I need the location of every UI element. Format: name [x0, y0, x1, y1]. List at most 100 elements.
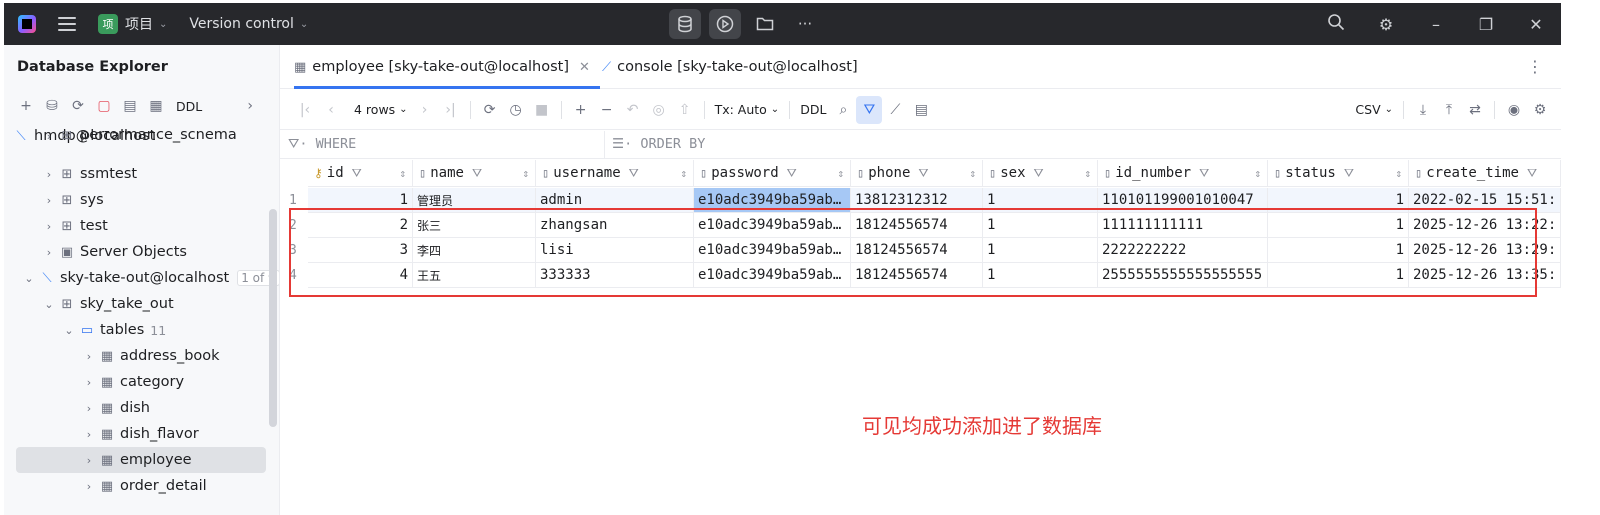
restore-icon[interactable]: ❐: [1461, 15, 1511, 34]
chevron-right-icon[interactable]: ›: [82, 402, 96, 415]
cell-id-number[interactable]: 2555555555555555555: [1098, 263, 1268, 288]
history-icon[interactable]: ◷: [503, 96, 529, 124]
tab-console[interactable]: ⟋ console [sky-take-out@localhost]: [602, 45, 858, 89]
column-filter-icon[interactable]: ⛛: [1034, 166, 1044, 181]
column-filter-icon[interactable]: ⛛: [1199, 166, 1209, 181]
view-icon[interactable]: ◉: [1501, 96, 1527, 124]
search-icon[interactable]: [1311, 13, 1361, 35]
cell-create-time[interactable]: 2025-12-26 13:22:: [1409, 213, 1561, 238]
column-header-id-number[interactable]: ▯ id_number ⛛ ⇕: [1098, 160, 1268, 187]
sort-icon[interactable]: ⇕: [837, 167, 844, 180]
tree-item[interactable]: › ⊞ test: [4, 213, 279, 239]
column-header-password[interactable]: ▯ password ⛛ ⇕: [694, 160, 851, 187]
column-filter-icon[interactable]: ⛛: [787, 166, 797, 181]
cell-id[interactable]: 3: [308, 238, 413, 263]
tree-item[interactable]: ⌄ ▭ tables 11: [4, 317, 279, 343]
cell-sex[interactable]: 1: [983, 263, 1098, 288]
export-format-dropdown[interactable]: CSV ⌄: [1351, 96, 1397, 124]
submit-icon[interactable]: ⇧: [672, 96, 698, 124]
folder-icon[interactable]: [749, 9, 781, 39]
cell-create-time[interactable]: 2025-12-26 13:35:: [1409, 263, 1561, 288]
column-filter-icon[interactable]: ⛛: [472, 166, 482, 181]
chevron-right-icon[interactable]: ›: [42, 220, 56, 233]
chevron-right-icon[interactable]: ›: [82, 376, 96, 389]
chevron-right-icon[interactable]: ›: [42, 131, 56, 143]
chevron-down-icon[interactable]: ⌄: [42, 298, 56, 311]
column-header-status[interactable]: ▯ status ⛛ ⇕: [1268, 160, 1409, 187]
chevron-down-icon[interactable]: ⌄: [159, 19, 167, 30]
compare-icon[interactable]: ⇄: [1462, 96, 1488, 124]
tree-item[interactable]: ⌄ ⟍ sky-take-out@localhost 1 of 9: [4, 265, 279, 291]
minimize-icon[interactable]: –: [1411, 15, 1461, 34]
sort-icon[interactable]: ⇕: [399, 167, 406, 180]
column-filter-icon[interactable]: ⛛: [1527, 166, 1537, 181]
tree-item[interactable]: › ▦ employee: [16, 447, 266, 473]
chevron-right-icon[interactable]: ›: [82, 350, 96, 363]
column-filter-icon[interactable]: ⛛: [352, 166, 362, 181]
column-header-id[interactable]: ⚷ id ⛛ ⇕: [308, 160, 413, 187]
sort-icon[interactable]: ⇕: [1084, 167, 1091, 180]
tab-employee[interactable]: ▦ employee [sky-take-out@localhost] ✕: [294, 45, 600, 89]
tree-item[interactable]: › ▦ category: [4, 369, 279, 395]
column-header-phone[interactable]: ▯ phone ⛛ ⇕: [851, 160, 983, 187]
row-number[interactable]: 4: [280, 263, 308, 288]
chevron-down-icon[interactable]: ⌄: [22, 272, 36, 285]
tree-item[interactable]: › ▦ order_detail: [4, 473, 279, 499]
cell-id[interactable]: 1: [308, 188, 413, 213]
column-header-create-time[interactable]: ▯ create_time ⛛: [1409, 160, 1561, 187]
tree-item[interactable]: › ⊞ sys: [4, 187, 279, 213]
cell-create-time[interactable]: 2025-12-26 13:29:: [1409, 238, 1561, 263]
settings-icon[interactable]: ⚙: [1527, 96, 1553, 124]
column-header-username[interactable]: ▯ username ⛛ ⇕: [536, 160, 694, 187]
next-page-icon[interactable]: ›: [412, 96, 438, 124]
chevron-right-icon[interactable]: ›: [42, 246, 56, 259]
cell-id-number[interactable]: 110101199001010047: [1098, 188, 1268, 213]
preview-changes-icon[interactable]: ◎: [646, 96, 672, 124]
cell-username[interactable]: zhangsan: [536, 213, 694, 238]
database-icon[interactable]: [669, 9, 701, 39]
previous-page-icon[interactable]: ‹: [318, 96, 344, 124]
delete-row-icon[interactable]: −: [594, 96, 620, 124]
cell-sex[interactable]: 1: [983, 213, 1098, 238]
more-vertical-icon[interactable]: ⋮: [1527, 57, 1543, 76]
tree-item[interactable]: › ⊞ performance_schema: [4, 131, 279, 143]
chevron-right-icon[interactable]: ›: [42, 168, 56, 181]
rows-count-dropdown[interactable]: 4 rows ⌄: [350, 96, 412, 124]
project-name[interactable]: 项目: [125, 14, 153, 34]
ddl-button[interactable]: DDL: [796, 96, 830, 124]
settings-icon[interactable]: ⚙: [1361, 15, 1411, 34]
cell-password[interactable]: e10adc3949ba59ab…: [694, 263, 851, 288]
chevron-right-icon[interactable]: ›: [42, 194, 56, 207]
column-header-name[interactable]: ▯ name ⛛ ⇕: [413, 160, 536, 187]
cell-username[interactable]: lisi: [536, 238, 694, 263]
column-filter-icon[interactable]: ⛛: [1344, 166, 1354, 181]
chevron-right-icon[interactable]: ›: [240, 98, 260, 114]
chevron-right-icon[interactable]: ›: [82, 454, 96, 467]
cell-name[interactable]: 张三: [413, 213, 536, 238]
version-control-menu[interactable]: Version control: [189, 16, 293, 32]
tree-item[interactable]: ⌄ ⊞ sky_take_out: [4, 291, 279, 317]
cell-id[interactable]: 4: [308, 263, 413, 288]
row-number[interactable]: 3: [280, 238, 308, 263]
tree-item[interactable]: › ▣ Server Objects: [4, 239, 279, 265]
sort-icon[interactable]: ⇕: [680, 167, 687, 180]
cell-password[interactable]: e10adc3949ba59ab…: [694, 188, 851, 213]
close-icon[interactable]: ✕: [1511, 15, 1561, 34]
chevron-down-icon[interactable]: ⌄: [300, 19, 308, 30]
export-icon[interactable]: ⤓: [1410, 96, 1436, 124]
column-filter-icon[interactable]: ⛛: [918, 166, 928, 181]
chevron-right-icon[interactable]: ›: [82, 480, 96, 493]
more-icon[interactable]: ···: [789, 9, 821, 39]
cell-name[interactable]: 王五: [413, 263, 536, 288]
add-icon[interactable]: +: [16, 98, 36, 114]
cell-status[interactable]: 1: [1268, 188, 1409, 213]
cell-status[interactable]: 1: [1268, 238, 1409, 263]
reload-icon[interactable]: ⟳: [477, 96, 503, 124]
column-header-sex[interactable]: ▯ sex ⛛ ⇕: [983, 160, 1098, 187]
cell-sex[interactable]: 1: [983, 238, 1098, 263]
cell-phone[interactable]: 18124556574: [851, 213, 983, 238]
ddl-button[interactable]: DDL: [176, 99, 202, 114]
cell-id-number[interactable]: 111111111111: [1098, 213, 1268, 238]
chevron-down-icon[interactable]: ⌄: [62, 324, 76, 337]
where-filter-input[interactable]: ⛛· WHERE: [288, 136, 356, 152]
